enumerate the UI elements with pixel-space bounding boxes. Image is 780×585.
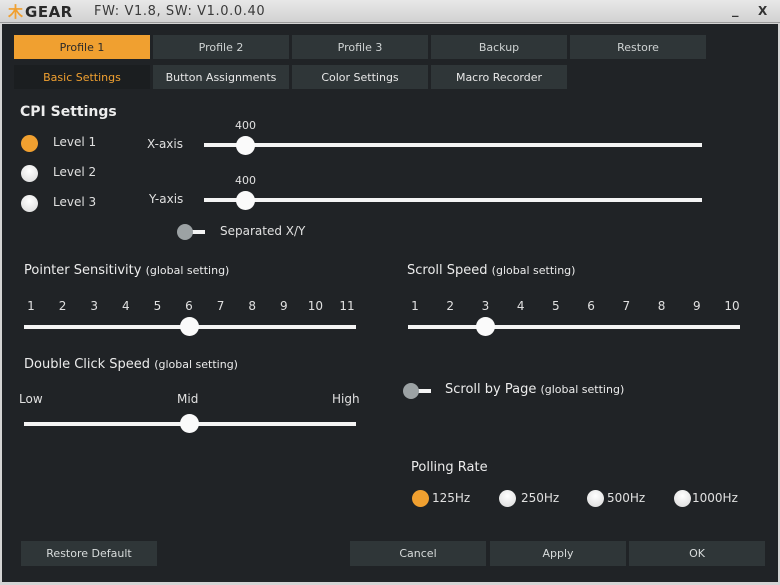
- version-label: FW: V1.8, SW: V1.0.0.40: [94, 4, 266, 19]
- polling-250hz-radio[interactable]: [499, 490, 516, 507]
- double-click-high-label: High: [332, 392, 360, 406]
- x-axis-value: 400: [235, 119, 256, 132]
- cpi-level-2-label: Level 2: [53, 165, 97, 179]
- polling-1000hz-radio[interactable]: [674, 490, 691, 507]
- tab-profile-2[interactable]: Profile 2: [153, 35, 289, 59]
- tick-label: 4: [516, 299, 525, 313]
- tick-label: 11: [339, 299, 355, 313]
- x-axis-label: X-axis: [147, 137, 183, 151]
- tick-label: 5: [153, 299, 162, 313]
- toggle-knob: [177, 224, 193, 240]
- scroll-speed-slider[interactable]: [408, 325, 740, 329]
- tick-label: 10: [307, 299, 324, 313]
- tick-label: 1: [27, 299, 35, 313]
- tick-label: 9: [279, 299, 288, 313]
- y-axis-slider-thumb[interactable]: [236, 191, 255, 210]
- tick-label: 3: [481, 299, 490, 313]
- polling-125hz-radio[interactable]: [412, 490, 429, 507]
- fnatic-logo-icon: 木: [8, 3, 24, 21]
- tab-profile-3[interactable]: Profile 3: [292, 35, 428, 59]
- scroll-by-page-title: Scroll by Page (global setting): [445, 382, 624, 397]
- cpi-level-2-radio[interactable]: [21, 165, 38, 182]
- tab-color-settings[interactable]: Color Settings: [292, 65, 428, 89]
- x-axis-slider[interactable]: [204, 143, 702, 147]
- polling-250hz-label: 250Hz: [521, 491, 560, 505]
- tick-label: 9: [692, 299, 701, 313]
- tick-label: 5: [552, 299, 560, 313]
- pointer-sensitivity-label: Pointer Sensitivity: [24, 263, 142, 278]
- tab-macro-recorder[interactable]: Macro Recorder: [431, 65, 567, 89]
- scroll-by-page-toggle[interactable]: [403, 383, 433, 399]
- double-click-note: (global setting): [154, 358, 238, 371]
- double-click-title: Double Click Speed (global setting): [24, 357, 238, 372]
- title-bar: 木 GEAR FW: V1.8, SW: V1.0.0.40 _ X: [0, 0, 780, 23]
- pointer-sensitivity-note: (global setting): [145, 264, 230, 277]
- double-click-low-label: Low: [19, 392, 43, 406]
- logo-text: GEAR: [25, 2, 73, 21]
- scroll-speed-thumb[interactable]: [476, 317, 496, 336]
- tab-profile-1[interactable]: Profile 1: [14, 35, 150, 59]
- tick-label: 6: [587, 299, 595, 313]
- tick-label: 7: [216, 299, 225, 313]
- backup-button[interactable]: Backup: [431, 35, 567, 59]
- tick-label: 2: [58, 299, 67, 313]
- apply-button[interactable]: Apply: [490, 541, 626, 566]
- minimize-button[interactable]: _: [732, 3, 739, 18]
- logo: 木 GEAR: [8, 2, 73, 22]
- scroll-by-page-label: Scroll by Page: [445, 382, 537, 397]
- scroll-speed-label: Scroll Speed: [407, 263, 488, 278]
- close-button[interactable]: X: [758, 4, 767, 18]
- tick-label: 2: [446, 299, 455, 313]
- polling-125hz-label: 125Hz: [432, 491, 471, 505]
- tick-label: 6: [185, 299, 193, 313]
- scroll-by-page-note: (global setting): [540, 383, 625, 396]
- ok-button[interactable]: OK: [629, 541, 765, 566]
- toggle-knob: [403, 383, 419, 399]
- cpi-level-3-label: Level 3: [53, 195, 97, 209]
- scroll-speed-title: Scroll Speed (global setting): [407, 263, 575, 278]
- polling-1000hz-label: 1000Hz: [692, 491, 738, 505]
- tick-label: 7: [622, 299, 631, 313]
- tick-label: 4: [121, 299, 130, 313]
- tab-basic-settings[interactable]: Basic Settings: [14, 65, 150, 89]
- pointer-sensitivity-thumb[interactable]: [180, 317, 199, 336]
- cpi-settings-title: CPI Settings: [20, 104, 117, 120]
- tab-button-assignments[interactable]: Button Assignments: [153, 65, 289, 89]
- restore-button[interactable]: Restore: [570, 35, 706, 59]
- cpi-level-1-radio[interactable]: [21, 135, 38, 152]
- restore-default-button[interactable]: Restore Default: [21, 541, 157, 566]
- polling-500hz-radio[interactable]: [587, 490, 604, 507]
- cancel-button[interactable]: Cancel: [350, 541, 486, 566]
- separated-xy-toggle[interactable]: [177, 224, 207, 240]
- y-axis-label: Y-axis: [149, 192, 184, 206]
- double-click-thumb[interactable]: [180, 414, 199, 433]
- cpi-level-3-radio[interactable]: [21, 195, 38, 212]
- main-panel: Profile 1 Profile 2 Profile 3 Backup Res…: [2, 24, 778, 582]
- double-click-label: Double Click Speed: [24, 357, 151, 372]
- y-axis-slider[interactable]: [204, 198, 702, 202]
- separated-xy-label: Separated X/Y: [220, 224, 306, 238]
- double-click-mid-label: Mid: [177, 392, 199, 406]
- polling-500hz-label: 500Hz: [607, 491, 646, 505]
- tick-label: 8: [248, 299, 257, 313]
- tick-label: 1: [411, 299, 419, 313]
- pointer-sensitivity-title: Pointer Sensitivity (global setting): [24, 263, 229, 278]
- cpi-level-1-label: Level 1: [53, 135, 97, 149]
- tick-label: 8: [657, 299, 666, 313]
- scroll-speed-note: (global setting): [491, 264, 576, 277]
- polling-rate-title: Polling Rate: [411, 460, 488, 475]
- tick-label: 10: [724, 299, 740, 313]
- y-axis-value: 400: [235, 174, 256, 187]
- x-axis-slider-thumb[interactable]: [236, 136, 255, 155]
- tick-label: 3: [90, 299, 99, 313]
